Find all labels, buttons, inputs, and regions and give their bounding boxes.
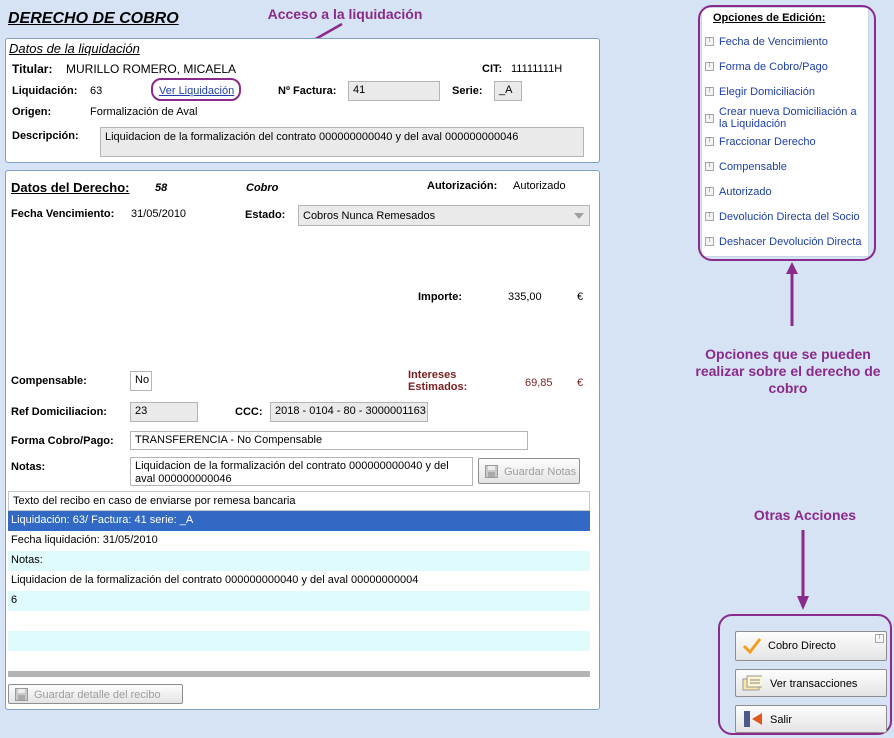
opciones-title: Opciones de Edición: <box>713 12 826 24</box>
ver-liquidacion-link[interactable]: Ver Liquidación <box>159 85 234 97</box>
derecho-section-title: Datos del Derecho: <box>11 180 130 195</box>
cit-label: CIT: <box>482 63 503 75</box>
shortcut-icon: T <box>875 634 884 643</box>
table-row[interactable]: 6 <box>8 591 590 611</box>
importe-label: Importe: <box>418 291 462 303</box>
cit-value: 11111111H <box>511 63 563 75</box>
chevron-down-icon[interactable] <box>574 213 584 219</box>
compensable-label: Compensable: <box>11 375 87 387</box>
factura-label: Nº Factura: <box>278 85 337 97</box>
recibo-header: Texto del recibo en caso de enviarse por… <box>8 491 590 511</box>
table-row[interactable]: Liquidación: 63/ Factura: 41 serie: _A <box>8 511 590 531</box>
origen-label: Origen: <box>12 106 52 118</box>
table-row[interactable]: Liquidacion de la formalización del cont… <box>8 571 590 591</box>
option-icon: T <box>705 114 714 123</box>
table-row[interactable] <box>8 651 590 671</box>
ref-domiciliacion-field[interactable]: 23 <box>130 402 198 422</box>
guardar-notas-label: Guardar Notas <box>504 466 577 478</box>
intereses-value: 69,85 <box>525 377 553 389</box>
ver-transacciones-button[interactable]: Ver transacciones <box>735 669 887 697</box>
liquidacion-section-title: Datos de la liquidación <box>9 41 140 56</box>
page-title: DERECHO DE COBRO <box>8 10 179 27</box>
cobro-directo-label: Cobro Directo <box>768 640 836 652</box>
factura-field[interactable]: 41 <box>348 81 440 101</box>
forma-cobro-label: Forma Cobro/Pago: <box>11 435 114 447</box>
exit-icon <box>744 711 762 727</box>
cobro-directo-button[interactable]: Cobro Directo T <box>735 631 887 661</box>
importe-currency: € <box>577 291 584 303</box>
annotation-other-actions: Otras Acciones <box>753 507 857 523</box>
notas-label: Notas: <box>11 461 46 473</box>
origen-value: Formalización de Aval <box>90 106 198 118</box>
guardar-detalle-button[interactable]: Guardar detalle del recibo <box>8 684 183 704</box>
ccc-label: CCC: <box>235 406 263 418</box>
intereses-label-line2: Estimados: <box>408 381 468 393</box>
option-icon: T <box>705 187 714 196</box>
liquidacion-value: 63 <box>90 85 103 97</box>
guardar-detalle-label: Guardar detalle del recibo <box>34 689 161 701</box>
check-icon <box>742 638 762 655</box>
derecho-cobro-label: Cobro <box>246 182 279 194</box>
guardar-notas-button[interactable]: Guardar Notas <box>478 458 580 484</box>
table-row[interactable]: Fecha liquidación: 31/05/2010 <box>8 531 590 551</box>
annotation-options-note: Opciones que se pueden realizar sobre el… <box>695 346 881 396</box>
option-icon: T <box>705 162 714 171</box>
table-row[interactable] <box>8 611 590 631</box>
option-icon: T <box>705 237 714 246</box>
intereses-currency: € <box>577 377 584 389</box>
table-row[interactable]: Notas: <box>8 551 590 571</box>
descripcion-field[interactable]: Liquidacion de la formalización del cont… <box>100 127 584 157</box>
option-icon: T <box>705 137 714 146</box>
estado-select[interactable]: Cobros Nunca Remesados <box>298 205 590 226</box>
transactions-icon <box>742 675 762 691</box>
fecha-vencimiento-label: Fecha Vencimiento: <box>11 208 115 220</box>
fecha-vencimiento-value: 31/05/2010 <box>131 208 187 220</box>
estado-select-value: Cobros Nunca Remesados <box>303 210 436 222</box>
save-icon <box>15 688 28 701</box>
serie-field[interactable]: _A <box>494 81 522 101</box>
annotation-arrow-2 <box>786 262 798 326</box>
save-icon <box>485 465 498 478</box>
titular-label: Titular: <box>12 62 53 76</box>
derecho-number: 58 <box>155 182 168 194</box>
option-icon: T <box>705 212 714 221</box>
intereses-label-line1: Intereses <box>408 369 457 381</box>
autorizacion-label: Autorización: <box>427 180 498 192</box>
annotation-arrow-3 <box>797 530 809 610</box>
table-row[interactable] <box>8 631 590 651</box>
recibo-scrollbar[interactable] <box>8 671 590 677</box>
option-icon: T <box>705 87 714 96</box>
annotation-liquidacion-access: Acceso a la liquidación <box>267 6 423 22</box>
recibo-header-label: Texto del recibo en caso de enviarse por… <box>13 495 296 507</box>
option-icon: T <box>705 62 714 71</box>
serie-label: Serie: <box>452 85 483 97</box>
ref-domiciliacion-label: Ref Domiciliacion: <box>11 406 107 418</box>
compensable-field[interactable]: No <box>130 371 152 391</box>
ccc-field[interactable]: 2018 - 0104 - 80 - 3000001163 <box>270 402 428 422</box>
salir-label: Salir <box>770 714 793 726</box>
titular-value: MURILLO ROMERO, MICAELA <box>66 62 237 76</box>
salir-button[interactable]: Salir <box>735 705 887 733</box>
ver-transacciones-label: Ver transacciones <box>770 678 858 690</box>
estado-label: Estado: <box>245 209 286 221</box>
forma-cobro-field[interactable]: TRANSFERENCIA - No Compensable <box>130 431 528 450</box>
importe-value: 335,00 <box>508 291 542 303</box>
autorizacion-value: Autorizado <box>513 180 566 192</box>
liquidacion-label: Liquidación: <box>12 85 78 97</box>
notas-textarea[interactable]: Liquidacion de la formalización del cont… <box>130 457 473 486</box>
descripcion-label: Descripción: <box>12 130 79 142</box>
option-icon: T <box>705 37 714 46</box>
